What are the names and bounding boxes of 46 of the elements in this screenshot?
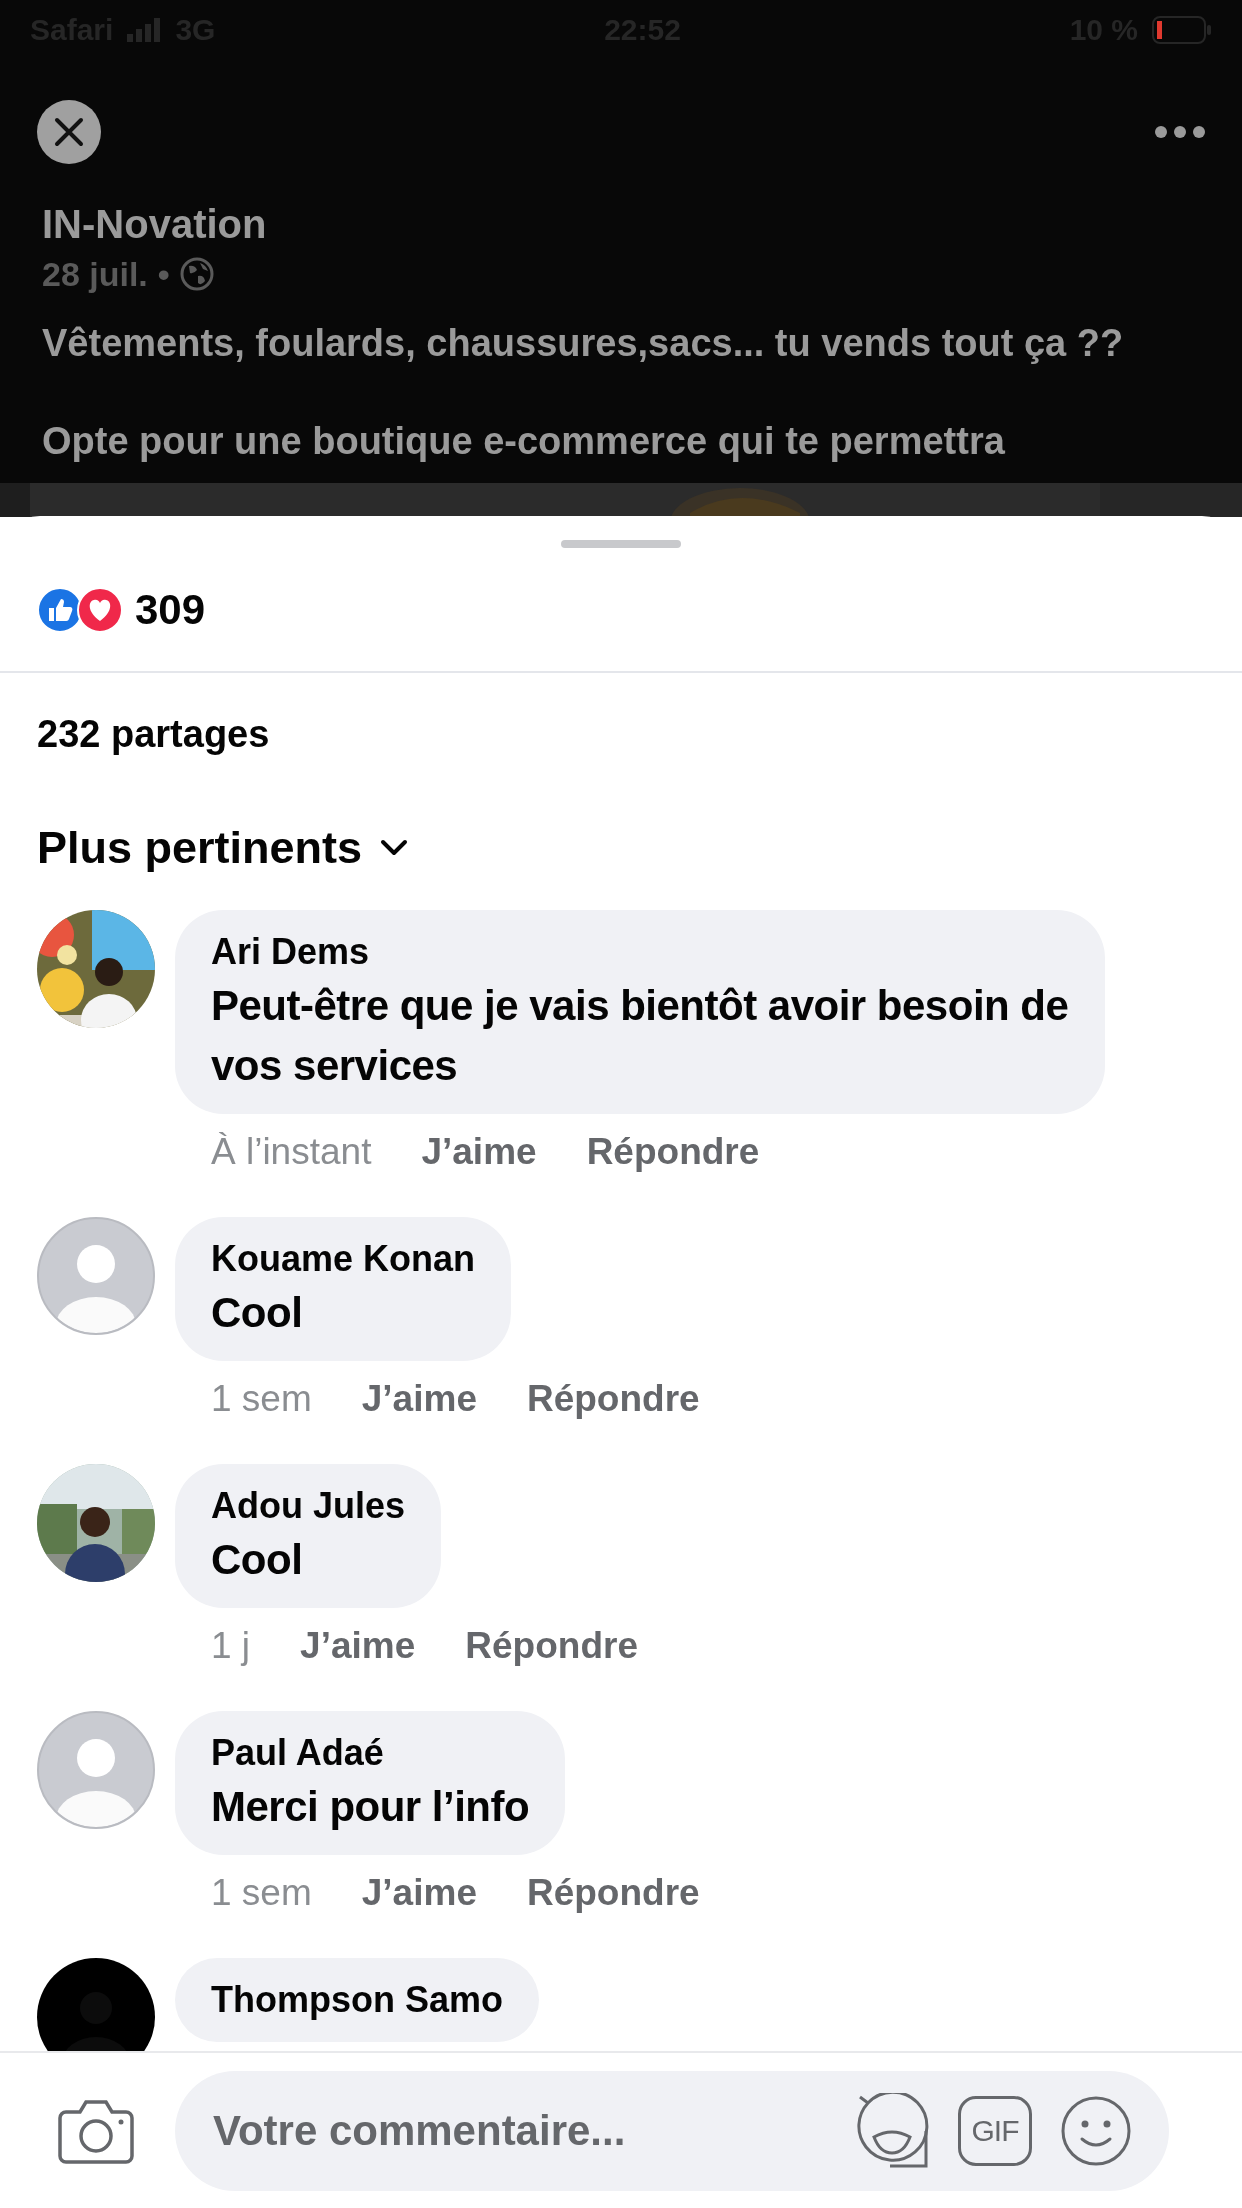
chevron-down-icon [380, 839, 409, 857]
reaction-count[interactable]: 309 [135, 586, 206, 634]
commenter-name[interactable]: Adou Jules [211, 1482, 406, 1530]
comment-time: À l’instant [211, 1131, 372, 1173]
gif-button[interactable]: GIF [958, 2095, 1032, 2166]
reply-link[interactable]: Répondre [526, 1378, 700, 1420]
comment-text: Cool [211, 1288, 303, 1338]
comment-text: Cool [211, 1535, 303, 1585]
comment-time: 1 sem [211, 1872, 312, 1914]
commenter-name[interactable]: Ari Dems [211, 928, 370, 976]
camera-button[interactable] [58, 2097, 134, 2164]
sticker-button[interactable] [854, 2092, 930, 2169]
comment-field[interactable]: Votre commentaire... GIF [175, 2070, 1169, 2191]
more-icon [1155, 126, 1205, 138]
globe-icon [179, 257, 214, 291]
like-link[interactable]: J’aime [361, 1378, 477, 1420]
post-text: Vêtements, foulards, chaussures,sacs... tu vends tout ça ?? [42, 321, 1125, 366]
comment-time: 1 j [211, 1625, 251, 1667]
reply-link[interactable]: Répondre [586, 1131, 760, 1173]
like-link[interactable]: J’aime [361, 1872, 477, 1914]
signal-icon [127, 18, 162, 42]
reply-link[interactable]: Répondre [465, 1625, 638, 1667]
heart-reaction-icon [77, 587, 123, 633]
separator-dot: • [157, 254, 170, 295]
drag-handle[interactable] [561, 540, 681, 548]
emoji-button[interactable] [1060, 2094, 1132, 2167]
reply-link[interactable]: Répondre [526, 1872, 700, 1914]
commenter-name[interactable]: Kouame Konan [211, 1235, 476, 1283]
post-date: 28 juil. [42, 254, 148, 295]
author-name[interactable]: IN-Novation [42, 200, 1200, 248]
like-link[interactable]: J’aime [300, 1625, 416, 1667]
comment-time: 1 sem [211, 1378, 312, 1420]
more-button[interactable] [1155, 126, 1205, 138]
like-link[interactable]: J’aime [421, 1131, 537, 1173]
commenter-name[interactable]: Thompson Samo [211, 1976, 503, 2024]
camera-icon [58, 2097, 134, 2164]
comment-text: Peut-être que je vais bientôt avoir besoin de vos services [211, 981, 1069, 1091]
commenter-name[interactable]: Paul Adaé [211, 1729, 384, 1777]
comment-text: Merci pour l’info [211, 1782, 530, 1832]
sticker-icon [854, 2092, 930, 2169]
shares-count[interactable]: 232 partages [37, 704, 270, 764]
post-text: Opte pour une boutique e-commerce qui te permettra [42, 419, 1006, 464]
battery-icon [1152, 16, 1212, 44]
smiley-icon [1060, 2094, 1132, 2167]
close-icon [54, 117, 84, 147]
sort-dropdown[interactable]: Plus pertinents [37, 816, 409, 880]
